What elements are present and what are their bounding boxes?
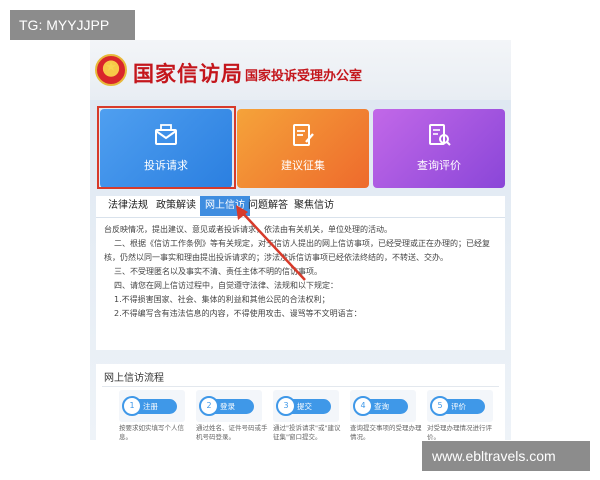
- main-content: 投诉请求 建议征集 查询评价 法律法规 政策解读 网上信访 问题解答 聚焦信访 …: [90, 100, 511, 440]
- article-line: 二、根据《信访工作条例》等有关规定，对于信访人提出的网上信访事项，已经受理或正在…: [114, 239, 490, 248]
- step-label: 注册: [143, 402, 158, 411]
- site-title: 国家信访局: [133, 62, 243, 86]
- article-line: 四、请您在网上信访过程中，自觉遵守法律、法规和以下规定：: [114, 281, 338, 290]
- step-number: 5: [430, 396, 450, 416]
- notice-article: 台反映情况，提出建议、意见或者投诉请求，依法由有关机关，单位处理的活动。 二、根…: [96, 218, 505, 350]
- query-evaluation-label: 查询评价: [417, 159, 461, 172]
- step-pill: 登录 2: [199, 396, 254, 416]
- step-number: 4: [353, 396, 373, 416]
- step-pill: 评价 5: [430, 396, 485, 416]
- query-evaluation-tile[interactable]: 查询评价: [373, 109, 505, 188]
- article-line: 核，仍然以同一事实和理由提出投诉请求的；涉法涉诉信访事项已经依法终结的，不转送、…: [104, 253, 448, 262]
- step-description: 查询提交事项的受理办理情况。: [350, 424, 422, 440]
- site-header: ★ 国家信访局 国家投诉受理办公室: [90, 40, 511, 100]
- search-document-icon: [429, 124, 451, 146]
- step-description: 通过姓名、证件号码或手机号码登录。: [196, 424, 268, 440]
- nav-item-laws[interactable]: 法律法规: [108, 196, 148, 216]
- step-label: 登录: [220, 402, 235, 411]
- step-label: 评价: [451, 402, 466, 411]
- nav-item-online-petition[interactable]: 网上信访: [200, 196, 250, 216]
- national-emblem-icon: ★: [95, 54, 127, 86]
- process-step-evaluate[interactable]: 评价 5: [427, 390, 493, 424]
- nav-item-focus[interactable]: 聚焦信访: [294, 196, 334, 216]
- process-title: 网上信访流程: [104, 373, 164, 384]
- article-line: 台反映情况，提出建议、意见或者投诉请求，依法由有关机关，单位处理的活动。: [104, 225, 392, 234]
- screenshot-canvas: TG: MYYJJPP ★ 国家信访局 国家投诉受理办公室 投诉请求 建议征集 …: [0, 0, 600, 480]
- step-label: 提交: [297, 402, 312, 411]
- suggestion-collection-tile[interactable]: 建议征集: [237, 109, 369, 188]
- step-description: 对受理办理情况进行评价。: [427, 424, 492, 440]
- step-number: 2: [199, 396, 219, 416]
- step-description: 通过"投诉请求"或"建议征集"窗口提交。: [273, 424, 341, 440]
- step-pill: 查询 4: [353, 396, 408, 416]
- watermark-tag: TG: MYYJJPP: [10, 10, 135, 40]
- step-number: 3: [276, 396, 296, 416]
- step-pill: 注册 1: [122, 396, 177, 416]
- step-label: 查询: [374, 402, 389, 411]
- nav-item-policy[interactable]: 政策解读: [156, 196, 196, 216]
- article-line: 2.不得编写含有违法信息的内容，不得使用攻击、谩骂等不文明语言：: [114, 309, 362, 318]
- article-line: 1.不得损害国家、社会、集体的利益和其他公民的合法权利；: [114, 295, 330, 304]
- suggestion-collection-label: 建议征集: [281, 159, 325, 172]
- process-divider: [102, 386, 499, 387]
- site-subtitle: 国家投诉受理办公室: [245, 69, 363, 84]
- emblem-star-icon: ★: [105, 60, 117, 75]
- watermark-url: www.ebltravels.com: [422, 441, 590, 471]
- process-step-submit[interactable]: 提交 3: [273, 390, 339, 424]
- process-step-query[interactable]: 查询 4: [350, 390, 416, 424]
- step-pill: 提交 3: [276, 396, 331, 416]
- step-number: 1: [122, 396, 142, 416]
- section-nav: 法律法规 政策解读 网上信访 问题解答 聚焦信访: [96, 196, 505, 218]
- highlight-box: [97, 106, 236, 189]
- process-step-login[interactable]: 登录 2: [196, 390, 262, 424]
- petition-process-panel: 网上信访流程 注册 1 登录 2 提交 3 查询 4 评价 5 按要求如实填写个…: [96, 364, 505, 440]
- edit-document-icon: [293, 124, 314, 146]
- petition-website: ★ 国家信访局 国家投诉受理办公室 投诉请求 建议征集 查询评价 法律法规 政策…: [90, 40, 511, 440]
- process-step-register[interactable]: 注册 1: [119, 390, 185, 424]
- nav-item-faq[interactable]: 问题解答: [248, 196, 288, 216]
- step-description: 按要求如实填写个人信息。: [119, 424, 184, 440]
- article-line: 三、不受理匿名以及事实不清、责任主体不明的信访事项。: [114, 267, 322, 276]
